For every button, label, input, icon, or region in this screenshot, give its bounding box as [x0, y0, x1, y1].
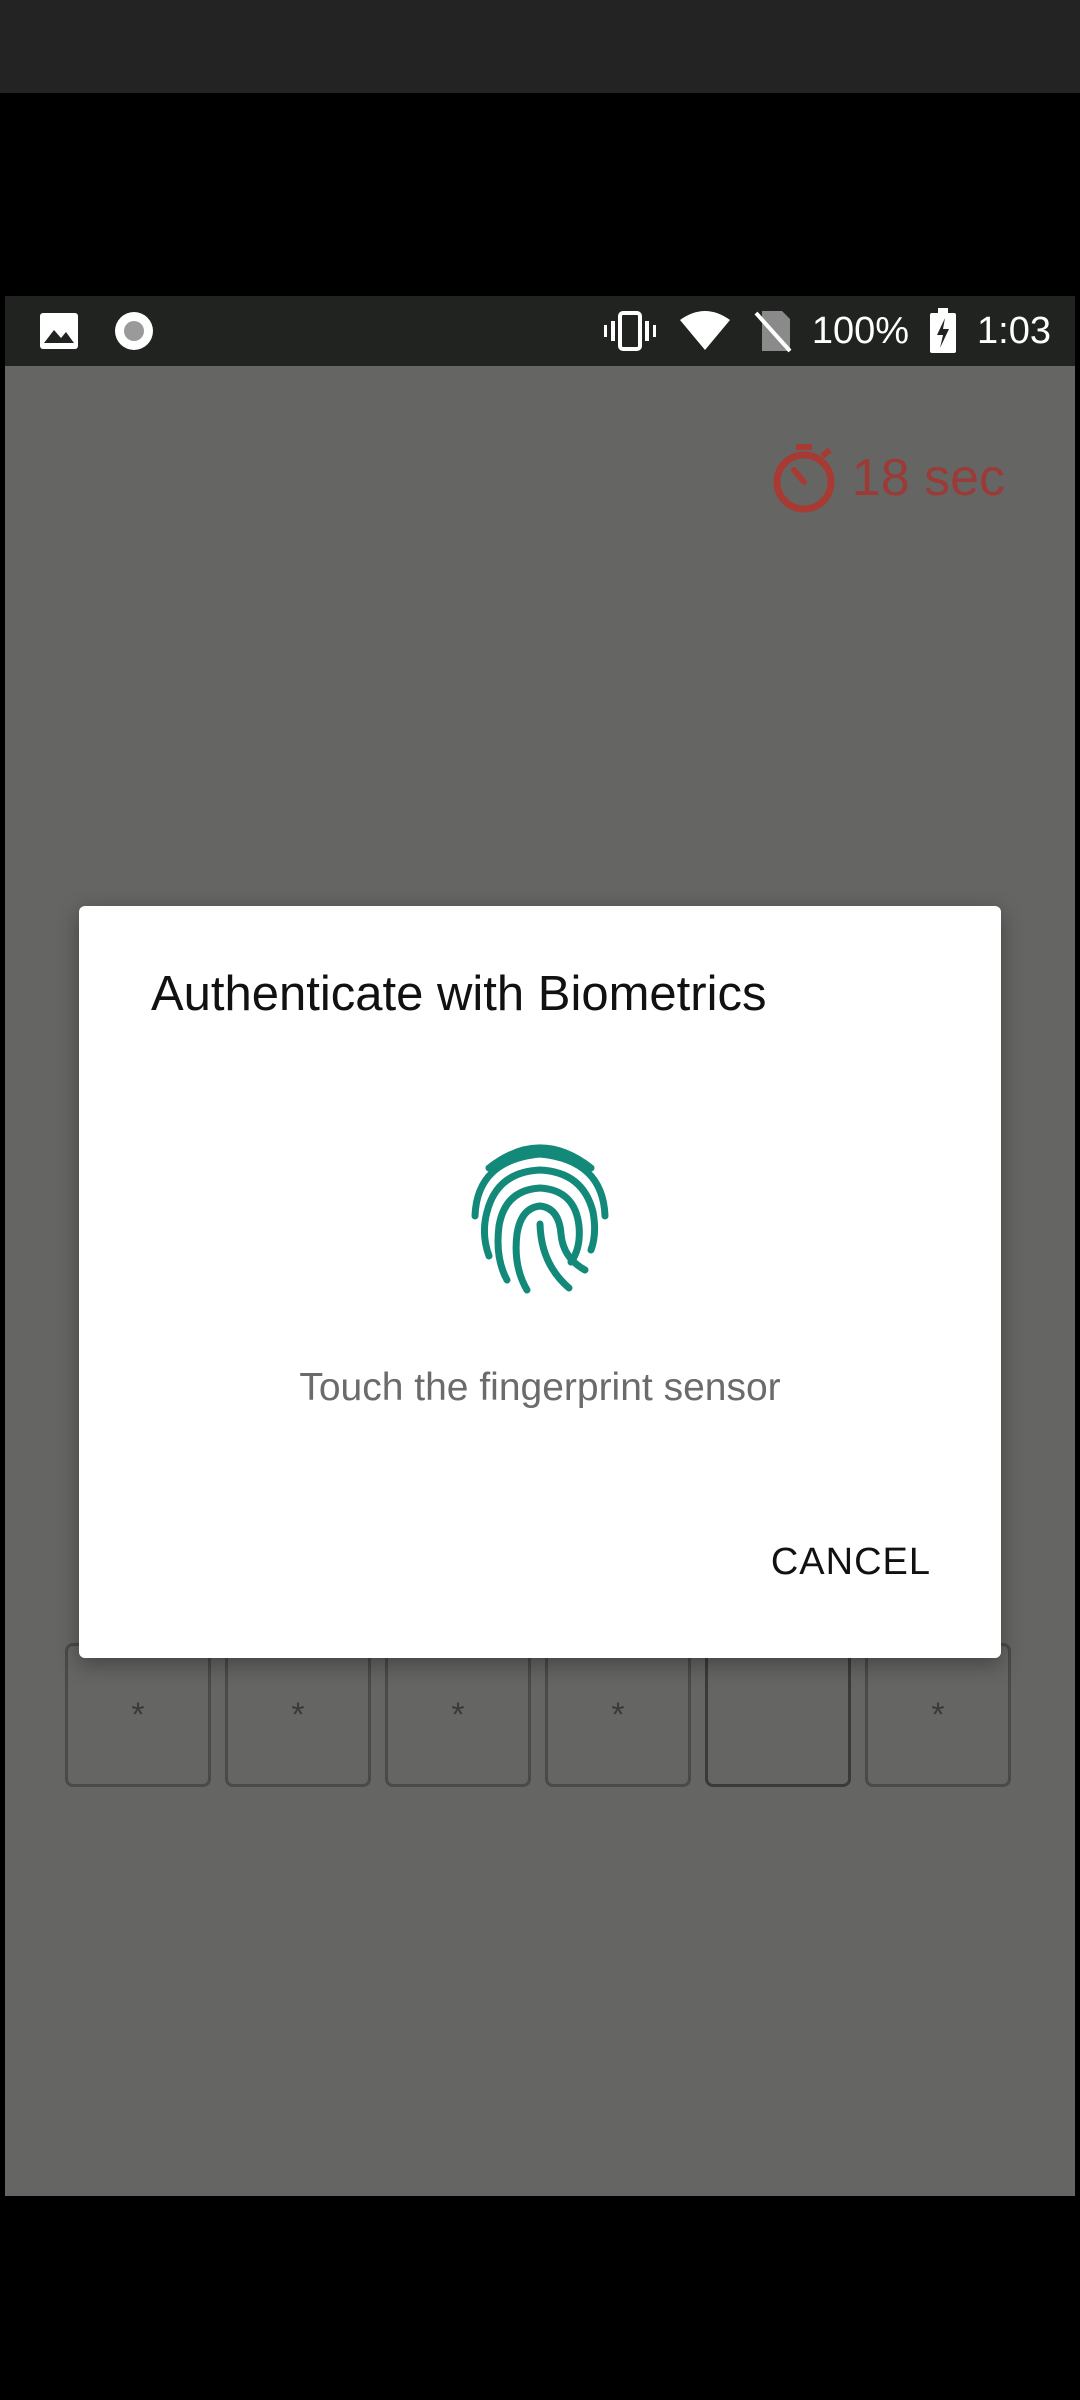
battery-percent: 100% — [811, 309, 910, 352]
pin-box-1[interactable]: * — [65, 1643, 211, 1787]
fingerprint-icon — [467, 1138, 613, 1298]
countdown-timer: 18 sec — [770, 442, 1005, 514]
battery-charging-icon — [929, 308, 957, 354]
screen-frame: 100% 1:03 18 sec * * * * * Authenticate … — [0, 0, 1080, 2400]
no-sim-icon — [752, 309, 792, 353]
pin-box-2[interactable]: * — [225, 1643, 371, 1787]
dialog-description: Touch the fingerprint sensor — [299, 1366, 781, 1409]
top-system-strip — [0, 0, 1080, 93]
image-icon — [39, 312, 79, 350]
pin-box-3[interactable]: * — [385, 1643, 531, 1787]
record-icon — [113, 310, 155, 352]
status-bar: 100% 1:03 — [5, 296, 1075, 366]
cancel-button[interactable]: CANCEL — [771, 1541, 931, 1584]
pin-box-5[interactable] — [705, 1643, 851, 1787]
biometric-dialog: Authenticate with Biometrics Touch the f… — [79, 906, 1001, 1658]
stopwatch-icon — [770, 442, 838, 514]
timer-text: 18 sec — [851, 449, 1005, 507]
wifi-icon — [678, 310, 732, 352]
pin-box-6[interactable]: * — [865, 1643, 1011, 1787]
pin-box-4[interactable]: * — [545, 1643, 691, 1787]
pin-entry: * * * * * — [65, 1643, 1011, 1787]
vibrate-icon — [602, 309, 658, 353]
clock: 1:03 — [977, 309, 1051, 352]
dialog-title: Authenticate with Biometrics — [151, 967, 767, 1021]
